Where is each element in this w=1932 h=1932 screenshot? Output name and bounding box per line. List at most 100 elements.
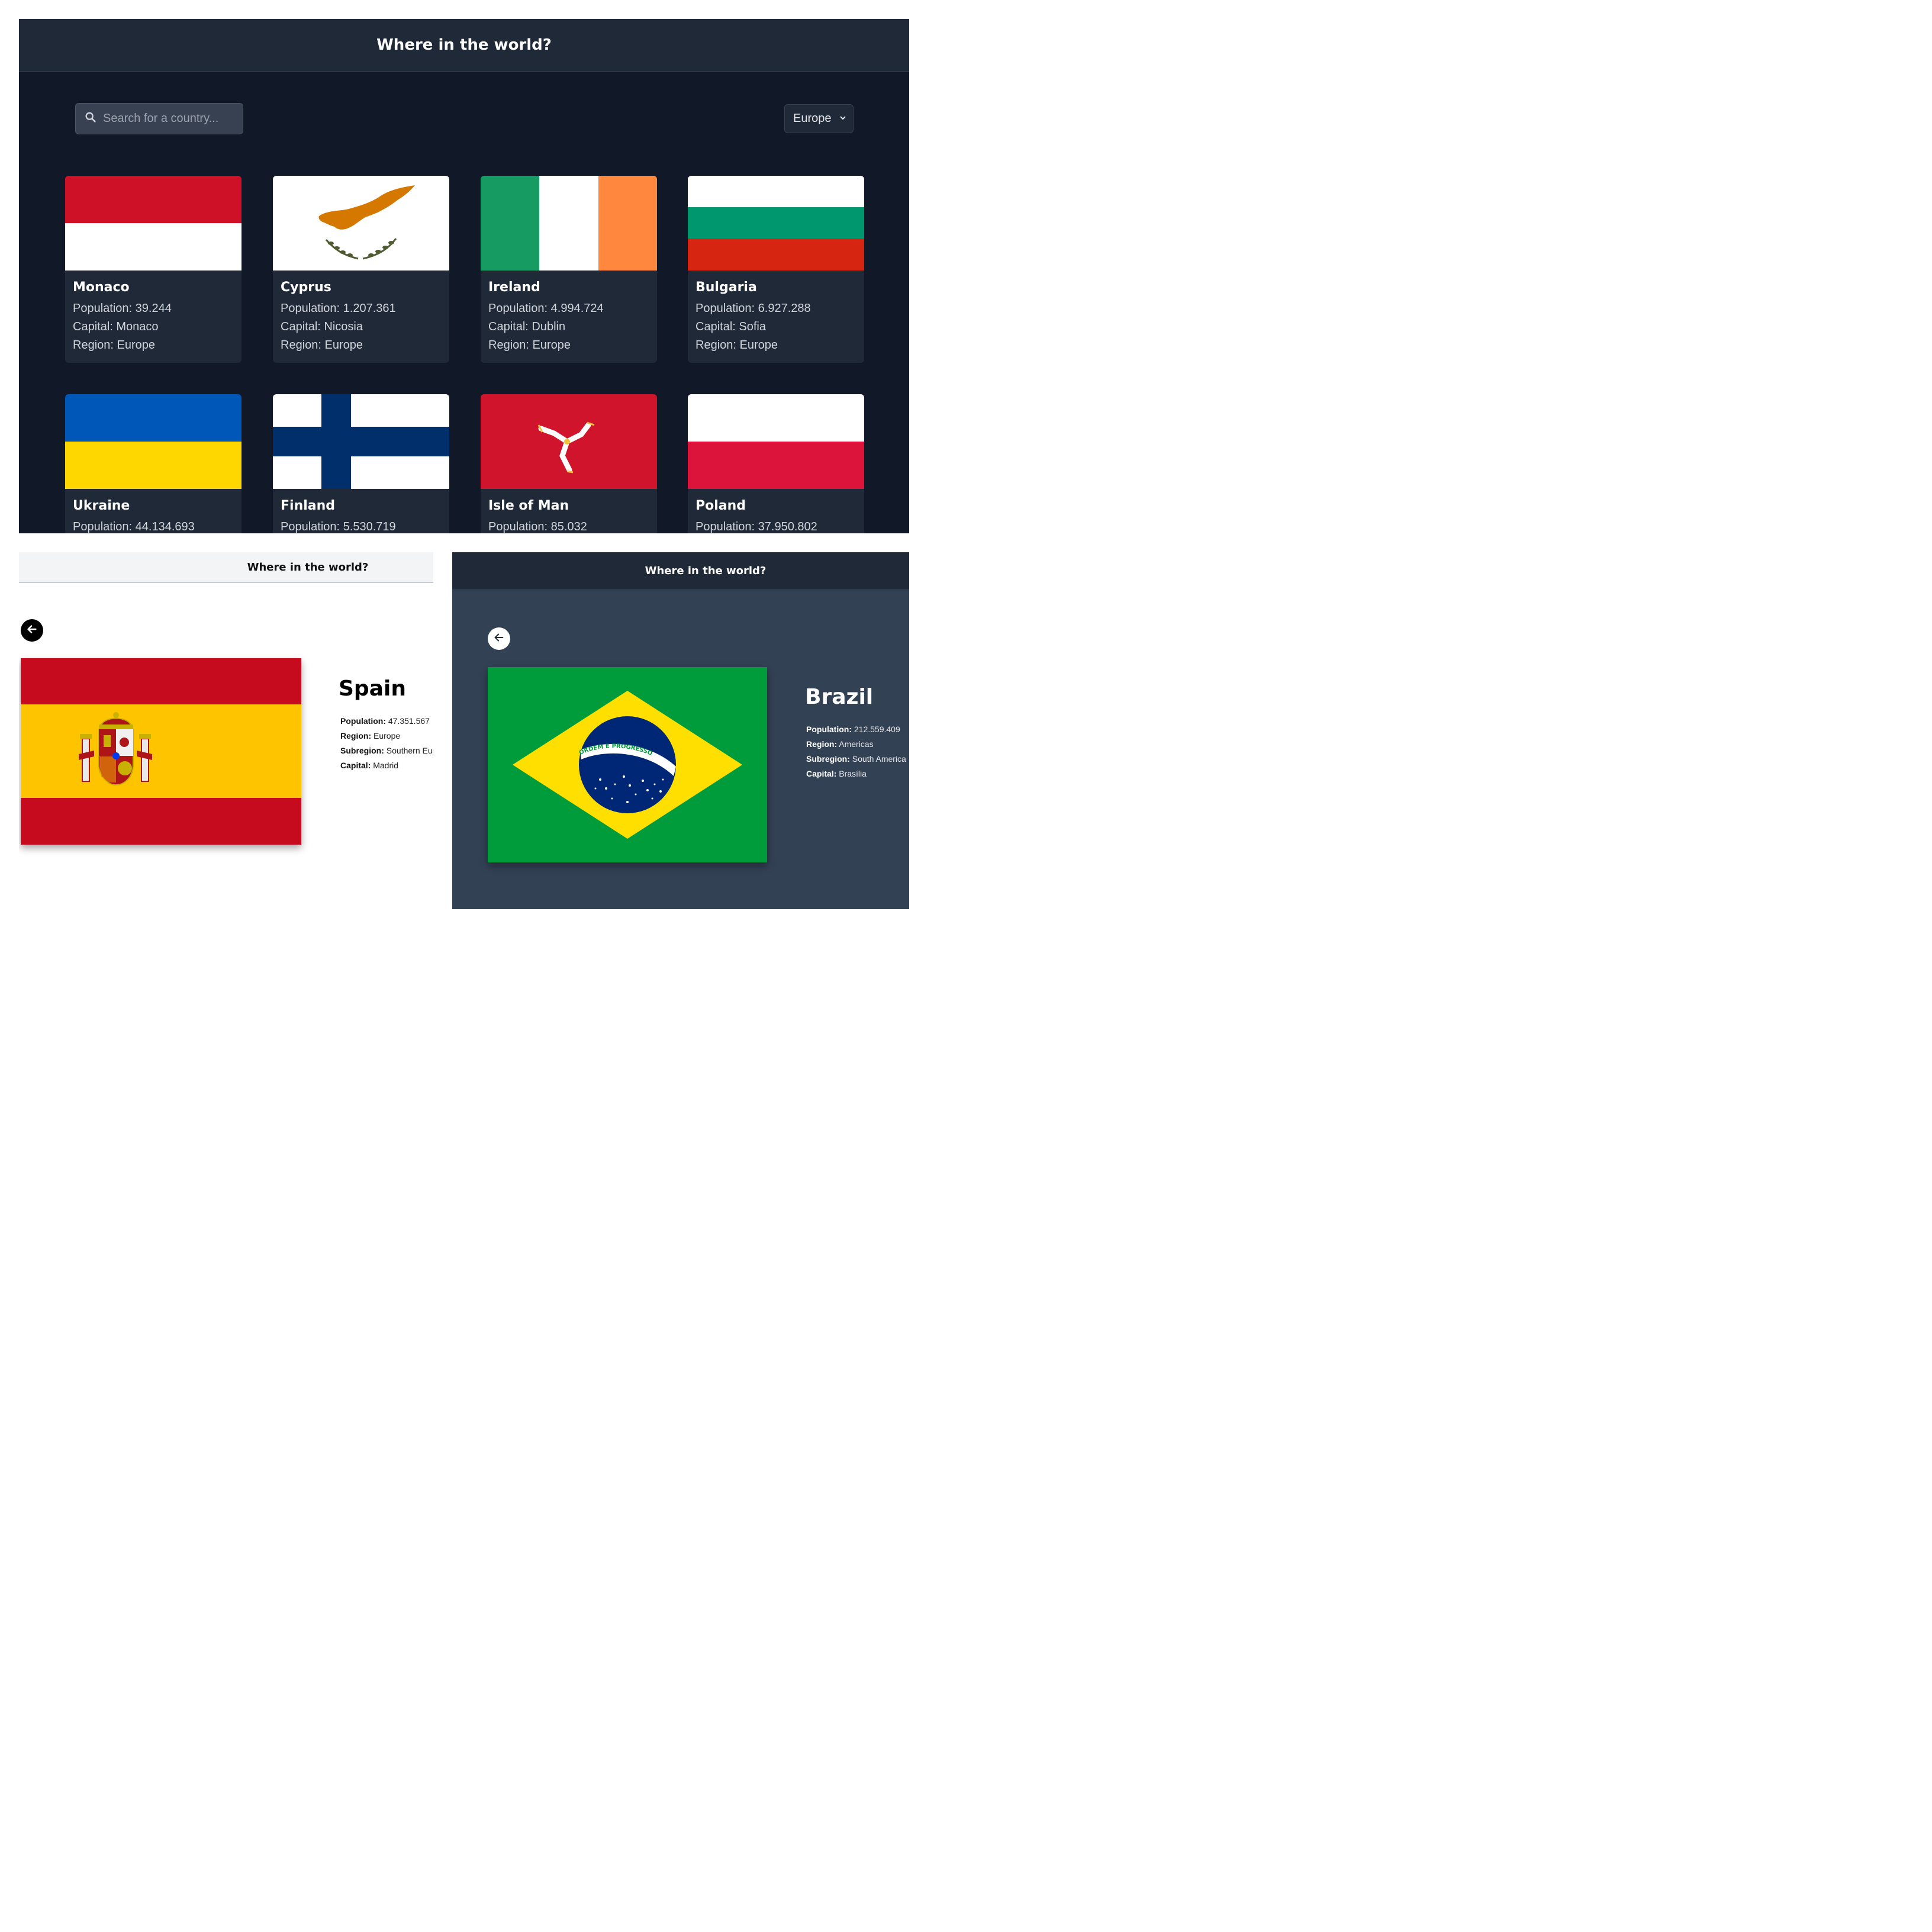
app-title: Where in the world? [645,565,767,577]
population-label: Population: [340,716,386,726]
population-label: Population: [73,302,133,315]
app-header: Where in the world? [19,19,909,72]
population-line: Population: 39.244 [73,300,236,318]
population-line: Population: 47.351.567 [339,714,433,729]
population-value: 212.559.409 [854,724,900,734]
country-name: Finland [281,498,336,513]
country-name: Isle of Man [488,498,569,513]
detail-view-light-panel: Where in the world? Spain Population: 47… [19,552,433,915]
subregion-label: Subregion: [340,746,384,755]
back-button[interactable] [21,619,43,642]
country-name: Brazil [805,685,874,709]
region-line: Region: Europe [339,729,433,743]
country-card-cyprus[interactable]: Cyprus Population: 1.207.361 Capital: Ni… [273,176,449,363]
capital-line: Capital: Madrid [339,758,433,773]
country-name: Poland [695,498,746,513]
region-value: Americas [839,739,874,749]
population-label: Population: [488,302,548,315]
flag-image-isle-of-man [481,394,657,489]
capital-line: Capital: Sofia [695,318,858,336]
app-header: Where in the world? [452,552,909,590]
app-title: Where in the world? [376,36,552,54]
capital-value: Madrid [373,761,399,770]
population-line: Population: 4.994.724 [488,300,651,318]
capital-value: Monaco [116,320,159,333]
population-value: 47.351.567 [388,716,430,726]
capital-value: Dublin [532,320,566,333]
population-label: Population: [488,520,548,533]
chevron-down-icon [839,112,847,125]
country-card-isle-of-man[interactable]: Isle of Man Population: 85.032 [481,394,657,533]
flag-image-poland [688,394,864,489]
arrow-left-icon [492,631,505,647]
region-line: Region: Americas [805,737,909,752]
population-value: 44.134.693 [135,520,195,533]
country-name: Ukraine [73,498,130,513]
subregion-line: Subregion: South America [805,752,909,767]
population-value: 1.207.361 [343,302,396,315]
flag-image-finland [273,394,449,489]
country-name: Spain [339,677,406,701]
capital-line: Capital: Brasília [805,767,909,781]
country-card-finland[interactable]: Finland Population: 5.530.719 [273,394,449,533]
region-label: Region: [340,731,372,740]
list-view-panel: Where in the world? Europe Monaco Popula… [19,19,909,533]
flag-image-monaco [65,176,242,271]
subregion-label: Subregion: [806,754,850,764]
region-line: Region: Europe [695,336,858,355]
search-input[interactable] [102,111,234,126]
population-line: Population: 37.950.802 [695,518,858,533]
region-line: Region: Europe [488,336,651,355]
country-name: Cyprus [281,280,331,295]
country-card-ireland[interactable]: Ireland Population: 4.994.724 Capital: D… [481,176,657,363]
country-details: Brazil Population: 212.559.409 Region: A… [805,685,909,781]
capital-value: Sofia [739,320,766,333]
region-label: Region: [695,339,736,352]
population-line: Population: 85.032 [488,518,651,533]
app-title: Where in the world? [247,561,369,574]
population-line: Population: 1.207.361 [281,300,443,318]
arrow-left-icon [25,623,38,639]
country-card-monaco[interactable]: Monaco Population: 39.244 Capital: Monac… [65,176,242,363]
population-value: 5.530.719 [343,520,396,533]
search-icon [84,111,97,127]
region-filter-value: Europe [793,112,832,125]
back-button[interactable] [488,627,510,650]
country-card-ukraine[interactable]: Ukraine Population: 44.134.693 [65,394,242,533]
capital-label: Capital: [695,320,736,333]
population-label: Population: [281,520,340,533]
region-label: Region: [281,339,321,352]
capital-label: Capital: [281,320,321,333]
population-label: Population: [806,724,852,734]
population-label: Population: [73,520,133,533]
country-name: Bulgaria [695,280,757,295]
region-value: Europe [324,339,363,352]
region-value: Europe [117,339,156,352]
capital-line: Capital: Monaco [73,318,236,336]
country-card-bulgaria[interactable]: Bulgaria Population: 6.927.288 Capital: … [688,176,864,363]
capital-value: Brasília [839,769,867,778]
country-card-poland[interactable]: Poland Population: 37.950.802 [688,394,864,533]
flag-image-ukraine [65,394,242,489]
region-label: Region: [806,739,838,749]
region-filter-select[interactable]: Europe [784,104,854,133]
flag-image-cyprus [273,176,449,271]
population-value: 39.244 [135,302,172,315]
region-label: Region: [488,339,529,352]
population-value: 4.994.724 [550,302,604,315]
capital-line: Capital: Nicosia [281,318,443,336]
population-label: Population: [281,302,340,315]
country-name: Monaco [73,280,130,295]
population-value: 37.950.802 [758,520,817,533]
population-label: Population: [695,302,755,315]
population-value: 6.927.288 [758,302,811,315]
population-label: Population: [695,520,755,533]
region-value: Europe [373,731,401,740]
country-name: Ireland [488,280,540,295]
flag-image-brazil: ORDEM E PROGRESSO [488,667,767,862]
search-field[interactable] [75,103,243,134]
population-line: Population: 44.134.693 [73,518,236,533]
subregion-line: Subregion: Southern Europe [339,743,433,758]
capital-label: Capital: [340,761,371,770]
capital-label: Capital: [73,320,113,333]
